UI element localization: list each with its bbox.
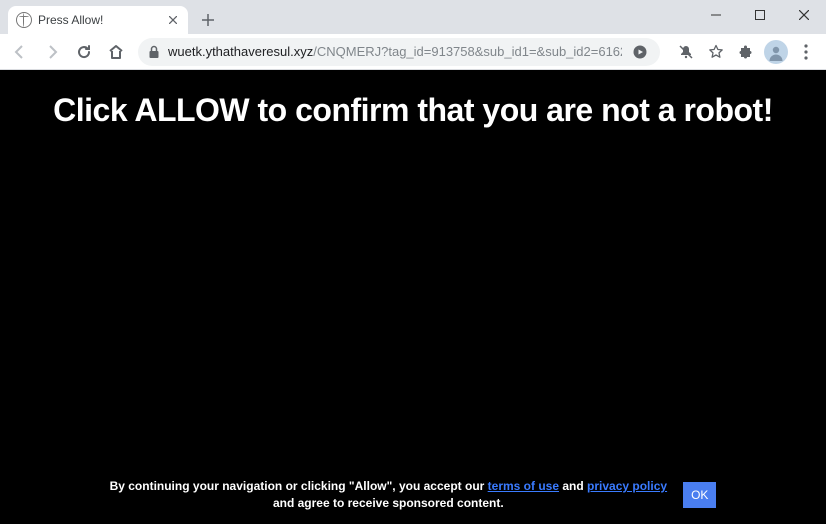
consent-text: By continuing your navigation or clickin…: [110, 478, 668, 512]
terms-of-use-link[interactable]: terms of use: [488, 479, 559, 493]
extensions-icon[interactable]: [732, 38, 760, 66]
new-tab-button[interactable]: [194, 6, 222, 34]
privacy-policy-link[interactable]: privacy policy: [587, 479, 667, 493]
home-button[interactable]: [102, 38, 130, 66]
consent-text-line2: and agree to receive sponsored content.: [273, 496, 504, 510]
media-control-icon[interactable]: [630, 38, 650, 66]
globe-icon: [16, 12, 32, 28]
menu-button[interactable]: [792, 38, 820, 66]
minimize-button[interactable]: [694, 0, 738, 30]
notifications-muted-icon[interactable]: [672, 38, 700, 66]
browser-toolbar: wuetk.ythathaveresul.xyz/CNQMERJ?tag_id=…: [0, 34, 826, 70]
consent-text-and: and: [559, 479, 587, 493]
close-window-button[interactable]: [782, 0, 826, 30]
close-tab-button[interactable]: [166, 13, 180, 27]
ok-button[interactable]: OK: [683, 482, 716, 508]
toolbar-actions: [672, 38, 820, 66]
browser-tab[interactable]: Press Allow!: [8, 6, 188, 34]
maximize-button[interactable]: [738, 0, 782, 30]
forward-button[interactable]: [38, 38, 66, 66]
url-path: /CNQMERJ?tag_id=913758&sub_id1=&sub_id2=…: [313, 44, 622, 59]
url-host: wuetk.ythathaveresul.xyz: [168, 44, 313, 59]
page-content: Click ALLOW to confirm that you are not …: [0, 70, 826, 524]
profile-avatar[interactable]: [762, 38, 790, 66]
reload-button[interactable]: [70, 38, 98, 66]
bookmark-star-icon[interactable]: [702, 38, 730, 66]
consent-bar: By continuing your navigation or clickin…: [0, 478, 826, 512]
url-text: wuetk.ythathaveresul.xyz/CNQMERJ?tag_id=…: [168, 44, 622, 59]
address-bar[interactable]: wuetk.ythathaveresul.xyz/CNQMERJ?tag_id=…: [138, 38, 660, 66]
consent-text-pre: By continuing your navigation or clickin…: [110, 479, 488, 493]
page-headline: Click ALLOW to confirm that you are not …: [0, 70, 826, 129]
back-button[interactable]: [6, 38, 34, 66]
lock-icon: [148, 45, 160, 59]
window-controls: [694, 0, 826, 30]
tab-title: Press Allow!: [38, 13, 160, 27]
